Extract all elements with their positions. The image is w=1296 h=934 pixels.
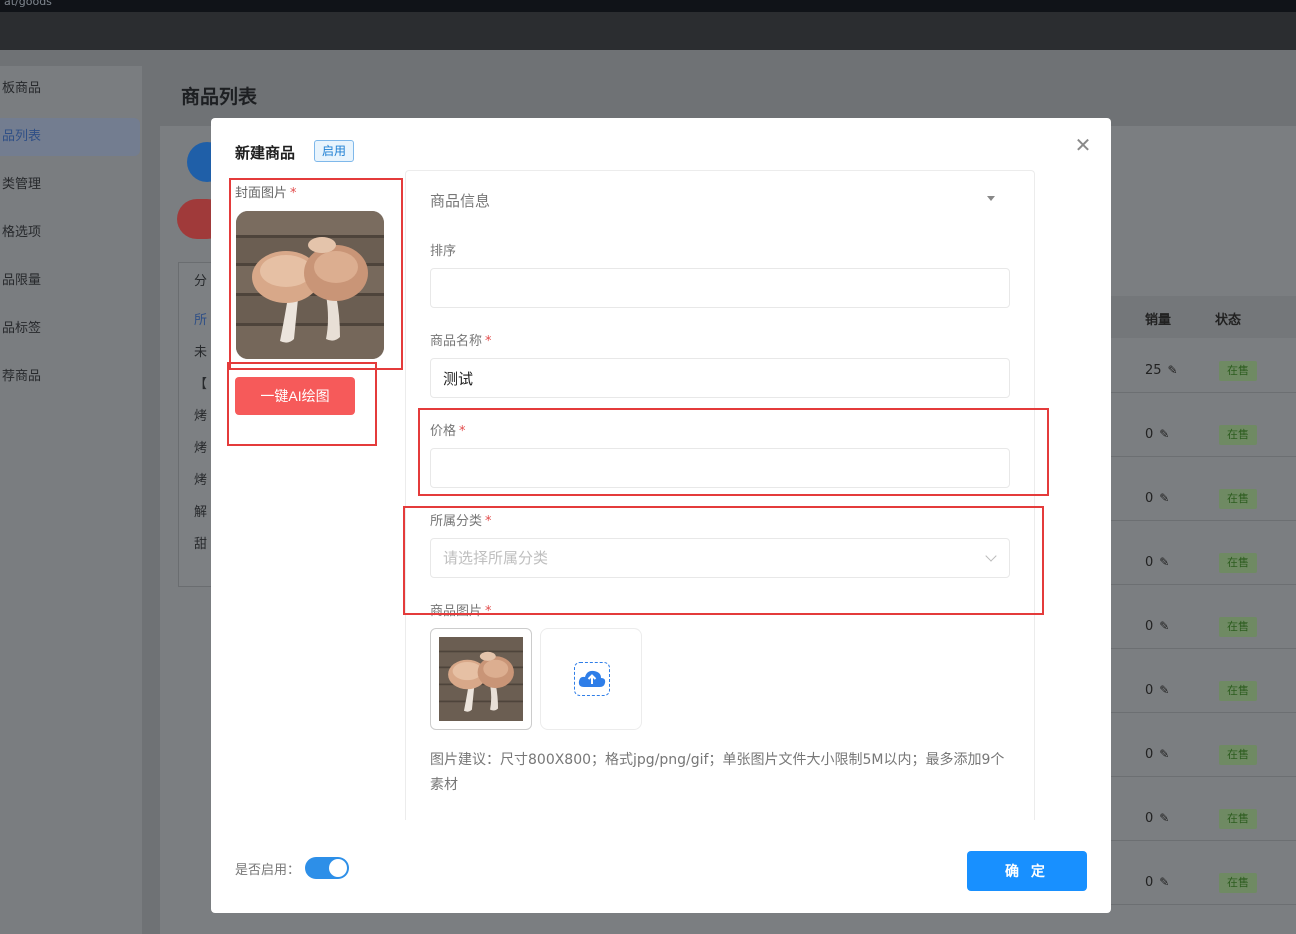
toggle-knob	[329, 859, 347, 877]
sidebar-item-goods-list[interactable]: 品列表	[0, 118, 140, 156]
sidebar-item-template-goods[interactable]: 板商品	[0, 70, 142, 108]
row-sales: 0 ✎	[1145, 747, 1169, 762]
category-item: 未	[194, 345, 208, 360]
upload-image-button[interactable]	[540, 628, 642, 730]
category-item: 烤	[194, 473, 208, 488]
goods-name-label: 商品名称 *	[430, 330, 492, 349]
browser-top-bar	[0, 0, 1296, 12]
status-badge: 在售	[1219, 873, 1257, 893]
annotation-box-cover	[229, 178, 403, 370]
dialog-title: 新建商品	[235, 144, 296, 162]
annotation-box-ai-button	[227, 362, 377, 446]
row-divider	[1111, 648, 1296, 649]
edit-pencil-icon[interactable]: ✎	[1159, 811, 1169, 825]
row-sales-value: 0	[1145, 875, 1154, 890]
row-sales-value: 0	[1145, 427, 1154, 442]
edit-pencil-icon[interactable]: ✎	[1159, 683, 1169, 697]
enable-label: 是否启用：	[235, 863, 301, 878]
url-fragment: at/goods	[4, 0, 52, 8]
status-badge: 启用	[314, 140, 354, 162]
mushroom-thumbnail-image	[439, 637, 523, 721]
sort-label: 排序	[430, 244, 457, 259]
app-navbar	[0, 12, 1296, 50]
edit-pencil-icon[interactable]: ✎	[1159, 747, 1169, 761]
status-badge: 在售	[1219, 681, 1257, 701]
row-sales-value: 0	[1145, 747, 1154, 762]
edit-pencil-icon[interactable]: ✎	[1168, 363, 1178, 377]
category-item: 烤	[194, 441, 208, 456]
row-divider	[1111, 776, 1296, 777]
status-badge: 在售	[1219, 617, 1257, 637]
edit-pencil-icon[interactable]: ✎	[1159, 875, 1169, 889]
row-sales: 0 ✎	[1145, 811, 1169, 826]
category-item: 解	[194, 505, 208, 520]
goods-image-thumbnail[interactable]	[430, 628, 532, 730]
cloud-upload-icon	[574, 662, 610, 696]
goods-name-input[interactable]	[430, 358, 1010, 398]
row-sales: 25 ✎	[1145, 363, 1178, 378]
caret-down-icon[interactable]	[987, 196, 995, 201]
required-mark: *	[485, 334, 492, 349]
table-header	[1111, 296, 1296, 338]
edit-pencil-icon[interactable]: ✎	[1159, 427, 1169, 441]
row-divider	[1111, 712, 1296, 713]
category-item: 烤	[194, 409, 208, 424]
row-divider	[1111, 520, 1296, 521]
row-sales-value: 0	[1145, 491, 1154, 506]
close-icon[interactable]: ✕	[1074, 135, 1092, 155]
sidebar-item-recommended[interactable]: 荐商品	[0, 358, 142, 396]
sidebar-item-category[interactable]: 类管理	[0, 166, 142, 204]
row-sales-value: 0	[1145, 683, 1154, 698]
row-divider	[1111, 904, 1296, 905]
row-sales-value: 0	[1145, 811, 1154, 826]
sidebar-item-goods-limit[interactable]: 品限量	[0, 262, 142, 300]
category-item: 所	[194, 313, 208, 328]
row-divider	[1111, 584, 1296, 585]
row-sales-value: 25	[1145, 363, 1162, 378]
new-goods-dialog: 新建商品 启用 ✕ 封面图片* 一键AI绘图 商品信息 排序 商品名称* 价格*	[211, 118, 1111, 913]
enable-toggle[interactable]	[305, 857, 349, 879]
status-badge: 在售	[1219, 553, 1257, 573]
row-sales: 0 ✎	[1145, 875, 1169, 890]
column-header-status: 状态	[1215, 313, 1242, 328]
section-goods-info[interactable]: 商品信息	[430, 190, 490, 211]
annotation-box-price	[418, 408, 1049, 496]
status-badge: 在售	[1219, 361, 1257, 381]
status-badge: 在售	[1219, 489, 1257, 509]
row-divider	[1111, 392, 1296, 393]
row-sales: 0 ✎	[1145, 683, 1169, 698]
row-sales-value: 0	[1145, 555, 1154, 570]
row-divider	[1111, 456, 1296, 457]
row-sales: 0 ✎	[1145, 491, 1169, 506]
confirm-button[interactable]: 确 定	[967, 851, 1087, 891]
row-divider	[1111, 840, 1296, 841]
status-badge: 在售	[1219, 425, 1257, 445]
category-item: 甜	[194, 537, 208, 552]
page-title: 商品列表	[181, 86, 258, 108]
row-sales: 0 ✎	[1145, 555, 1169, 570]
sidebar-item-spec-options[interactable]: 格选项	[0, 214, 142, 252]
row-sales-value: 0	[1145, 619, 1154, 634]
column-header-sales: 销量	[1145, 313, 1172, 328]
category-header: 分	[194, 274, 208, 289]
annotation-box-category	[403, 506, 1044, 615]
row-sales: 0 ✎	[1145, 427, 1169, 442]
category-item: 【	[194, 377, 208, 392]
sidebar: 板商品 品列表 类管理 格选项 品限量 品标签 荐商品	[0, 66, 142, 934]
cloud-upload-glyph	[578, 670, 606, 687]
image-hint: 图片建议：尺寸800X800；格式jpg/png/gif；单张图片文件大小限制5…	[430, 752, 1005, 793]
sidebar-item-goods-tags[interactable]: 品标签	[0, 310, 142, 348]
sort-input[interactable]	[430, 268, 1010, 308]
edit-pencil-icon[interactable]: ✎	[1159, 491, 1169, 505]
status-badge: 在售	[1219, 745, 1257, 765]
edit-pencil-icon[interactable]: ✎	[1159, 555, 1169, 569]
row-sales: 0 ✎	[1145, 619, 1169, 634]
status-badge: 在售	[1219, 809, 1257, 829]
goods-name-label-text: 商品名称	[430, 334, 483, 349]
edit-pencil-icon[interactable]: ✎	[1159, 619, 1169, 633]
